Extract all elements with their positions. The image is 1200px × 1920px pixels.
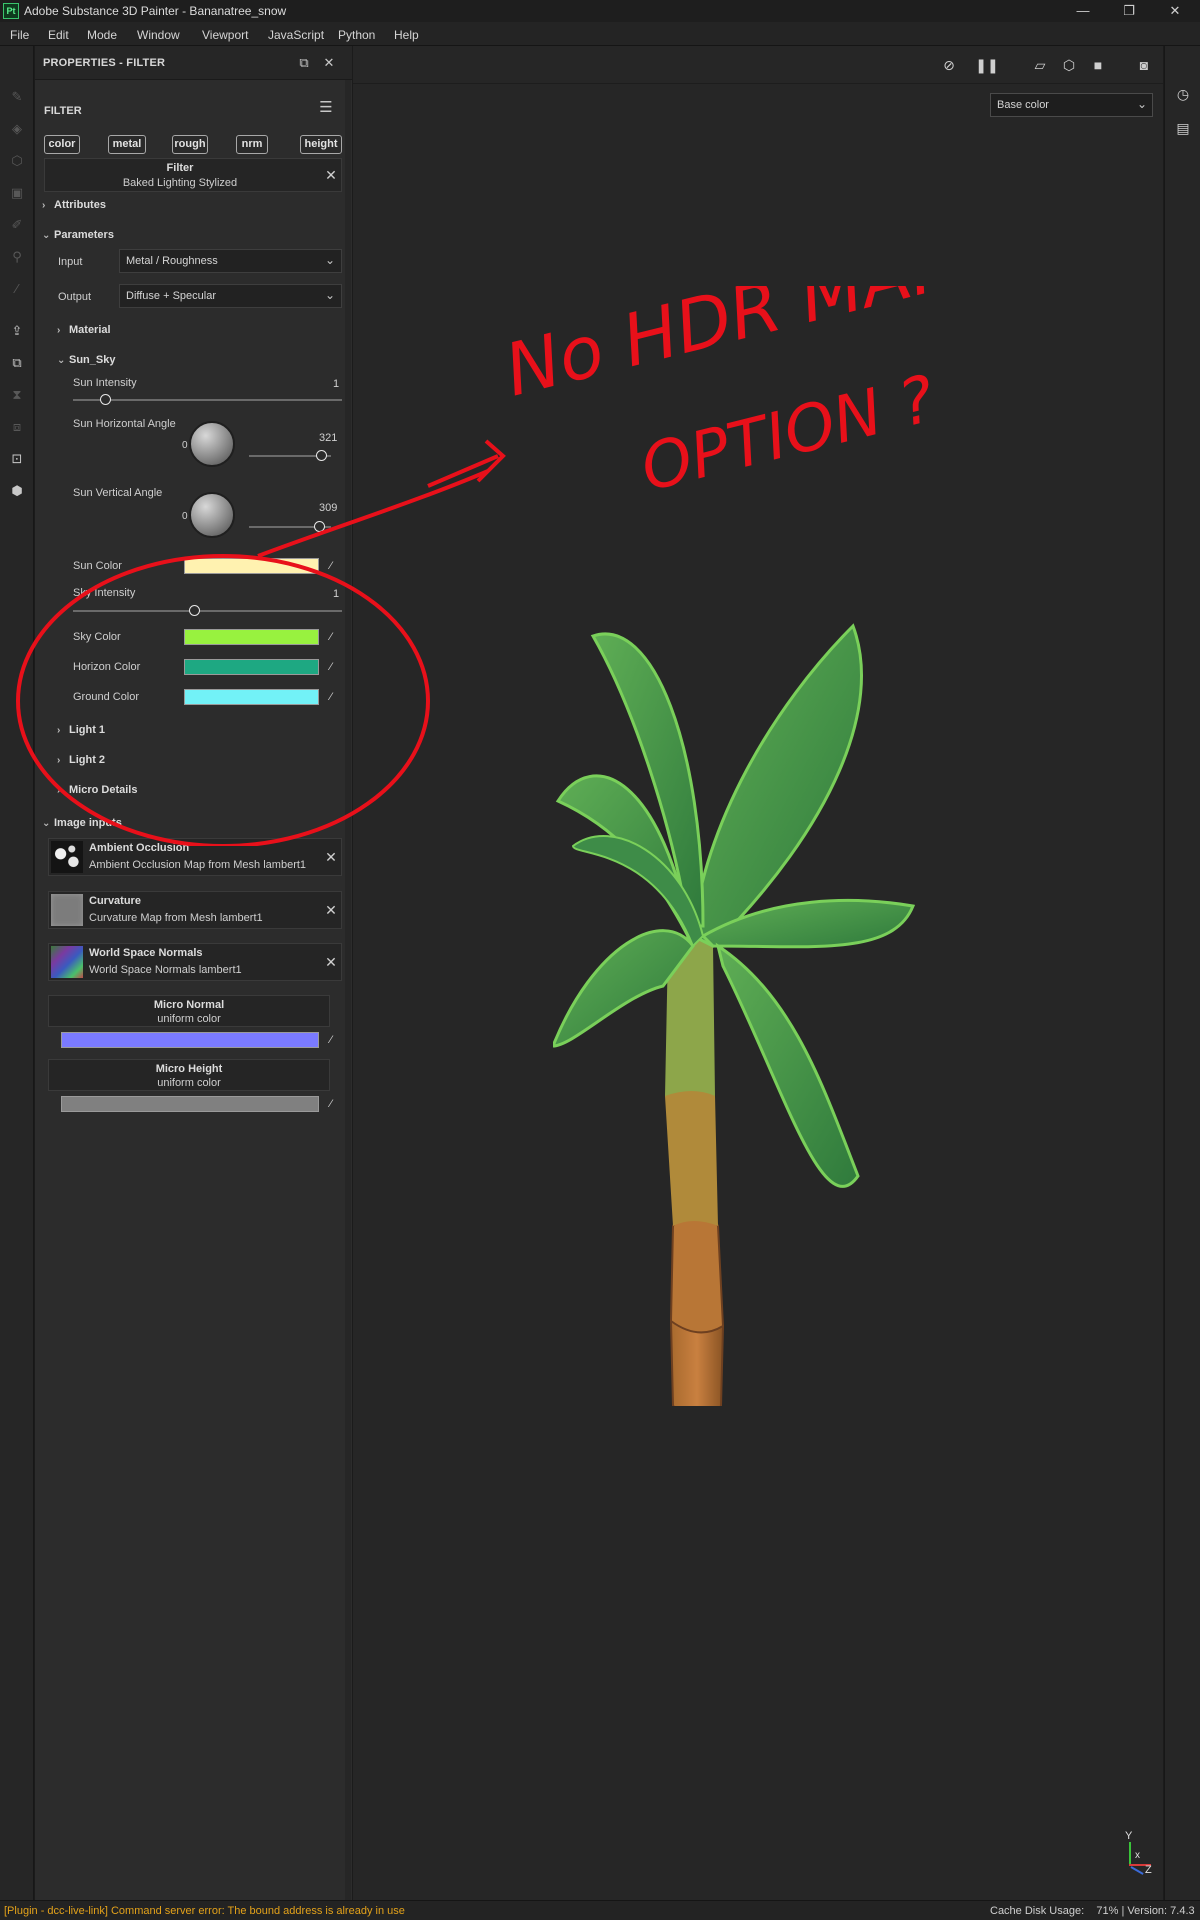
close-panel-icon[interactable]: ✕ <box>321 55 337 71</box>
right-tool-strip: ◷ ▤ <box>1164 46 1200 1900</box>
app-logo-icon: Pt <box>3 3 19 19</box>
hamburger-menu-icon[interactable]: ☰ <box>317 99 335 117</box>
wsn-source: World Space Normals lambert1 <box>89 964 242 976</box>
input-label: Input <box>58 256 83 268</box>
panel-header: PROPERTIES - FILTER ⧉ ✕ <box>35 46 352 80</box>
micro-height-title: Micro Height <box>155 1063 223 1075</box>
menu-window[interactable]: Window <box>137 28 180 42</box>
micro-normal-title: Micro Normal <box>153 999 225 1011</box>
annotation-arrow-shaft <box>257 469 489 558</box>
axis-y-label: Y <box>1125 1830 1133 1842</box>
menu-bar: File Edit Mode Window Viewport JavaScrip… <box>0 22 1200 46</box>
chevron-down-icon: ⌄ <box>42 230 51 241</box>
parameters-section[interactable]: ⌄ Parameters <box>42 229 114 241</box>
world-space-normals-slot[interactable]: World Space Normals World Space Normals … <box>48 943 342 981</box>
menu-javascript[interactable]: JavaScript <box>268 28 324 42</box>
channel-metal-button[interactable]: metal <box>108 135 146 154</box>
status-bar: [Plugin - dcc-live-link] Command server … <box>0 1900 1200 1920</box>
channel-nrm-button[interactable]: nrm <box>236 135 268 154</box>
3d-viewport[interactable]: ⊘ ❚❚ ▱ ⬡ ■ ◙ Base color ⌄ No HDR MAP OPT… <box>16 46 1163 1900</box>
axis-gizmo: Y x Z <box>1121 1830 1161 1876</box>
channel-height-button[interactable]: height <box>300 135 342 154</box>
attributes-section[interactable]: › Attributes <box>42 199 106 211</box>
input-value: Metal / Roughness <box>126 255 218 267</box>
curvature-slot[interactable]: Curvature Curvature Map from Mesh lamber… <box>48 891 342 929</box>
channel-rough-button[interactable]: rough <box>172 135 208 154</box>
hide-overlay-icon[interactable]: ⊘ <box>937 55 961 75</box>
cache-version-info: Cache Disk Usage: 71% | Version: 7.4.3 <box>990 1905 1195 1917</box>
filter-slot-title: Filter <box>166 162 194 174</box>
log-icon[interactable]: ▤ <box>1174 120 1192 138</box>
micro-normal-sub: uniform color <box>157 1013 221 1025</box>
panel-title: PROPERTIES - FILTER <box>43 57 166 69</box>
parameters-label: Parameters <box>54 229 114 241</box>
history-icon[interactable]: ◷ <box>1174 86 1192 104</box>
micro-normal-slot[interactable]: Micro Normal uniform color <box>48 995 330 1027</box>
restore-button[interactable]: ❐ <box>1108 0 1150 22</box>
window-title: Adobe Substance 3D Painter - Bananatree_… <box>24 4 287 18</box>
annotation-text-line2: OPTION ? <box>634 362 943 506</box>
menu-help[interactable]: Help <box>394 28 419 42</box>
camera-video-icon[interactable]: ■ <box>1086 55 1110 75</box>
remove-wsn-icon[interactable]: ✕ <box>324 955 338 969</box>
input-dropdown[interactable]: Metal / Roughness ⌄ <box>119 249 342 273</box>
undock-icon[interactable]: ⧉ <box>296 55 312 71</box>
attributes-label: Attributes <box>54 199 106 211</box>
menu-edit[interactable]: Edit <box>48 28 69 42</box>
smudge-icon[interactable]: ✐ <box>8 216 26 234</box>
channel-display-value: Base color <box>997 99 1049 111</box>
status-message: [Plugin - dcc-live-link] Command server … <box>4 1905 405 1917</box>
curvature-source: Curvature Map from Mesh lambert1 <box>89 912 263 924</box>
eyedropper-icon[interactable]: ⁄ <box>324 1097 338 1111</box>
geometry-mask-icon[interactable]: ▣ <box>8 184 26 202</box>
chevron-down-icon: ⌄ <box>324 253 335 267</box>
viewport-toolbar: ⊘ ❚❚ ▱ ⬡ ■ ◙ <box>353 46 1163 84</box>
micro-height-slot[interactable]: Micro Height uniform color <box>48 1059 330 1091</box>
clone-stamp-icon[interactable]: ⚲ <box>8 248 26 266</box>
minimize-button[interactable]: — <box>1062 0 1104 22</box>
micro-normal-swatch[interactable] <box>61 1032 319 1048</box>
eyedropper-icon[interactable]: ⁄ <box>324 1033 338 1047</box>
wsn-title: World Space Normals <box>89 947 203 959</box>
annotation-circle <box>16 554 430 846</box>
remove-ao-icon[interactable]: ✕ <box>324 850 338 864</box>
micro-height-swatch[interactable] <box>61 1096 319 1112</box>
filter-heading: FILTER <box>44 105 82 117</box>
channel-display-select[interactable]: Base color ⌄ <box>990 93 1153 117</box>
cube-icon[interactable]: ⬡ <box>1057 55 1081 75</box>
axis-z-label: Z <box>1145 1864 1152 1876</box>
menu-python[interactable]: Python <box>338 28 375 42</box>
channel-color-button[interactable]: color <box>44 135 80 154</box>
curvature-title: Curvature <box>89 895 141 907</box>
menu-mode[interactable]: Mode <box>87 28 117 42</box>
eraser-icon[interactable]: ◈ <box>8 120 26 138</box>
axis-x-label: x <box>1135 1850 1140 1861</box>
micro-height-sub: uniform color <box>157 1077 221 1089</box>
view-mode-icon[interactable]: ▱ <box>1028 55 1052 75</box>
projection-icon[interactable]: ⬡ <box>8 152 26 170</box>
ao-source: Ambient Occlusion Map from Mesh lambert1 <box>89 859 307 871</box>
chevron-right-icon: › <box>42 200 46 211</box>
filter-slot-name: Baked Lighting Stylized <box>122 177 238 189</box>
chevron-down-icon: ⌄ <box>1137 97 1148 111</box>
paint-brush-icon[interactable]: ✎ <box>8 88 26 106</box>
filter-resource-slot[interactable]: Filter Baked Lighting Stylized ✕ <box>44 158 342 192</box>
wsn-thumbnail <box>51 946 83 978</box>
remove-curvature-icon[interactable]: ✕ <box>324 903 338 917</box>
curvature-thumbnail <box>51 894 83 926</box>
close-window-button[interactable]: ✕ <box>1154 0 1196 22</box>
pause-icon[interactable]: ❚❚ <box>975 55 999 75</box>
remove-filter-icon[interactable]: ✕ <box>324 168 338 182</box>
menu-viewport[interactable]: Viewport <box>202 28 248 42</box>
menu-file[interactable]: File <box>10 28 29 42</box>
title-bar: Pt Adobe Substance 3D Painter - Bananatr… <box>0 0 1200 22</box>
red-annotation: No HDR MAP OPTION ? <box>16 286 962 846</box>
screenshot-camera-icon[interactable]: ◙ <box>1132 55 1156 75</box>
